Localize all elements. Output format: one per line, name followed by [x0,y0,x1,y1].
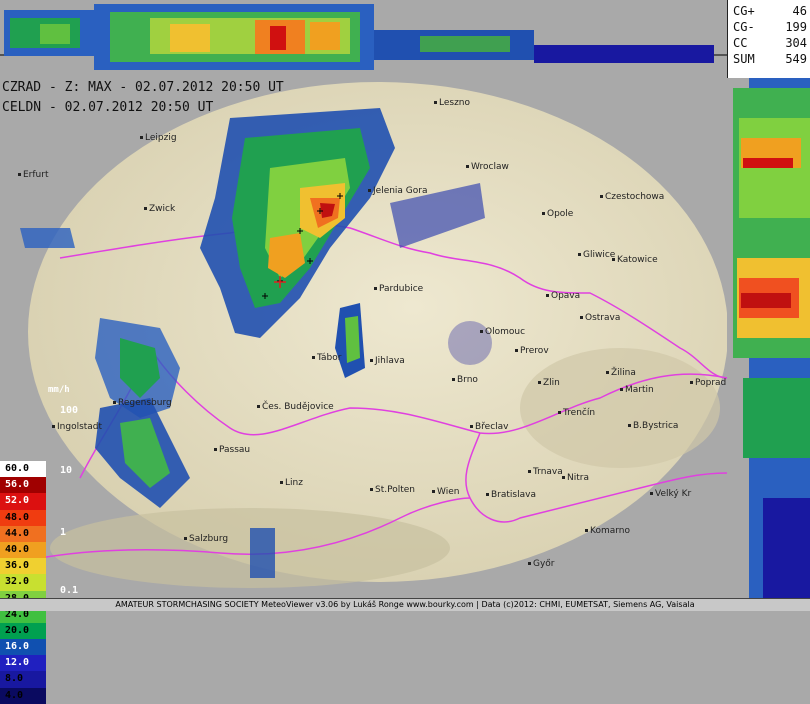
city-label: Zwick [144,204,175,214]
city-label: Nitra [562,473,589,483]
city-label: Čes. Budějovice [257,402,334,412]
footer-credits: AMATEUR STORMCHASING SOCIETY MeteoViewer… [0,598,810,611]
city-label: B.Bystrica [628,421,678,431]
stat-cg-plus: CG+ 46 [733,4,807,18]
city-label: Jihlava [370,356,405,366]
radar-header-line: CZRAD - Z: MAX - 02.07.2012 20:50 UT [2,80,284,95]
lightning-stats-panel: CG+ 46 CG- 199 CC 304 SUM 549 [727,0,810,78]
radar-map-svg [0,78,728,598]
legend-swatch: 52.0 [0,493,46,510]
city-label: Ostrava [580,313,620,323]
city-label: Leipzig [140,133,177,143]
city-label: Passau [214,445,250,455]
city-label: Trnava [528,467,563,477]
legend-swatch: 56.0 [0,477,46,494]
top-cross-section [0,0,727,78]
city-label: Ingolstadt [52,422,102,432]
city-label: Győr [528,559,555,569]
city-label: Leszno [434,98,470,108]
stat-sum: SUM 549 [733,52,807,66]
city-label: Regensburg [113,398,172,408]
city-label: Břeclav [470,422,509,432]
legend-swatch: 20.0 [0,622,46,640]
stat-cc: CC 304 [733,36,807,50]
city-label: Brno [452,375,478,385]
side-cross-section-svg [727,78,810,598]
rain-rate-legend: 60.0 56.0 52.0 48.0 44.0 40.0 36.0 32.0 … [0,461,46,704]
legend-swatch: 36.0 [0,558,46,575]
top-cross-section-svg [0,0,727,78]
city-label: Bratislava [486,490,536,500]
city-label: Žilina [606,368,636,378]
legend-swatch: 12.0 [0,655,46,672]
city-label: Martin [620,385,654,395]
city-label: Katowice [612,255,658,265]
legend-swatch: 44.0 [0,525,46,542]
city-label: Opole [542,209,573,219]
legend-mark: 1 [60,527,67,538]
legend-mark: 100 [60,405,79,416]
city-label: Poprad [690,378,726,388]
city-label: Tábor [312,353,341,363]
legend-unit: mm/h [48,385,70,395]
city-label: Prerov [515,346,549,356]
legend-swatch: 60.0 [0,461,46,478]
legend-mark: 10 [60,465,73,476]
city-label: Velký Kr [650,489,691,499]
legend-swatch: 32.0 [0,574,46,591]
city-label: Czestochowa [600,192,664,202]
city-label: Olomouc [480,327,525,337]
city-label: Linz [280,478,303,488]
city-label: Opava [546,291,580,301]
city-label: Zlin [538,378,560,388]
legend-mark: 0.1 [60,585,79,596]
legend-swatch: 4.0 [0,687,46,704]
lightning-header-line: CELDN - 02.07.2012 20:50 UT [2,100,214,115]
legend-swatch: 40.0 [0,541,46,559]
city-label: Pardubice [374,284,423,294]
radar-map[interactable]: CZRAD - Z: MAX - 02.07.2012 20:50 UT CEL… [0,78,728,704]
side-cross-section [727,78,810,598]
city-label: Trenčín [558,408,595,418]
city-label: Erfurt [18,170,49,180]
stat-cg-minus: CG- 199 [733,20,807,34]
legend-swatch: 48.0 [0,509,46,526]
city-label: Jelenia Gora [368,186,428,196]
city-label: Komarno [585,526,630,536]
city-label: Gliwice [578,250,615,260]
legend-swatch: 8.0 [0,671,46,688]
city-label: St.Polten [370,485,415,495]
city-label: Wroclaw [466,162,509,172]
city-label: Salzburg [184,534,228,544]
city-label: Wien [432,487,459,497]
legend-swatch: 16.0 [0,639,46,656]
